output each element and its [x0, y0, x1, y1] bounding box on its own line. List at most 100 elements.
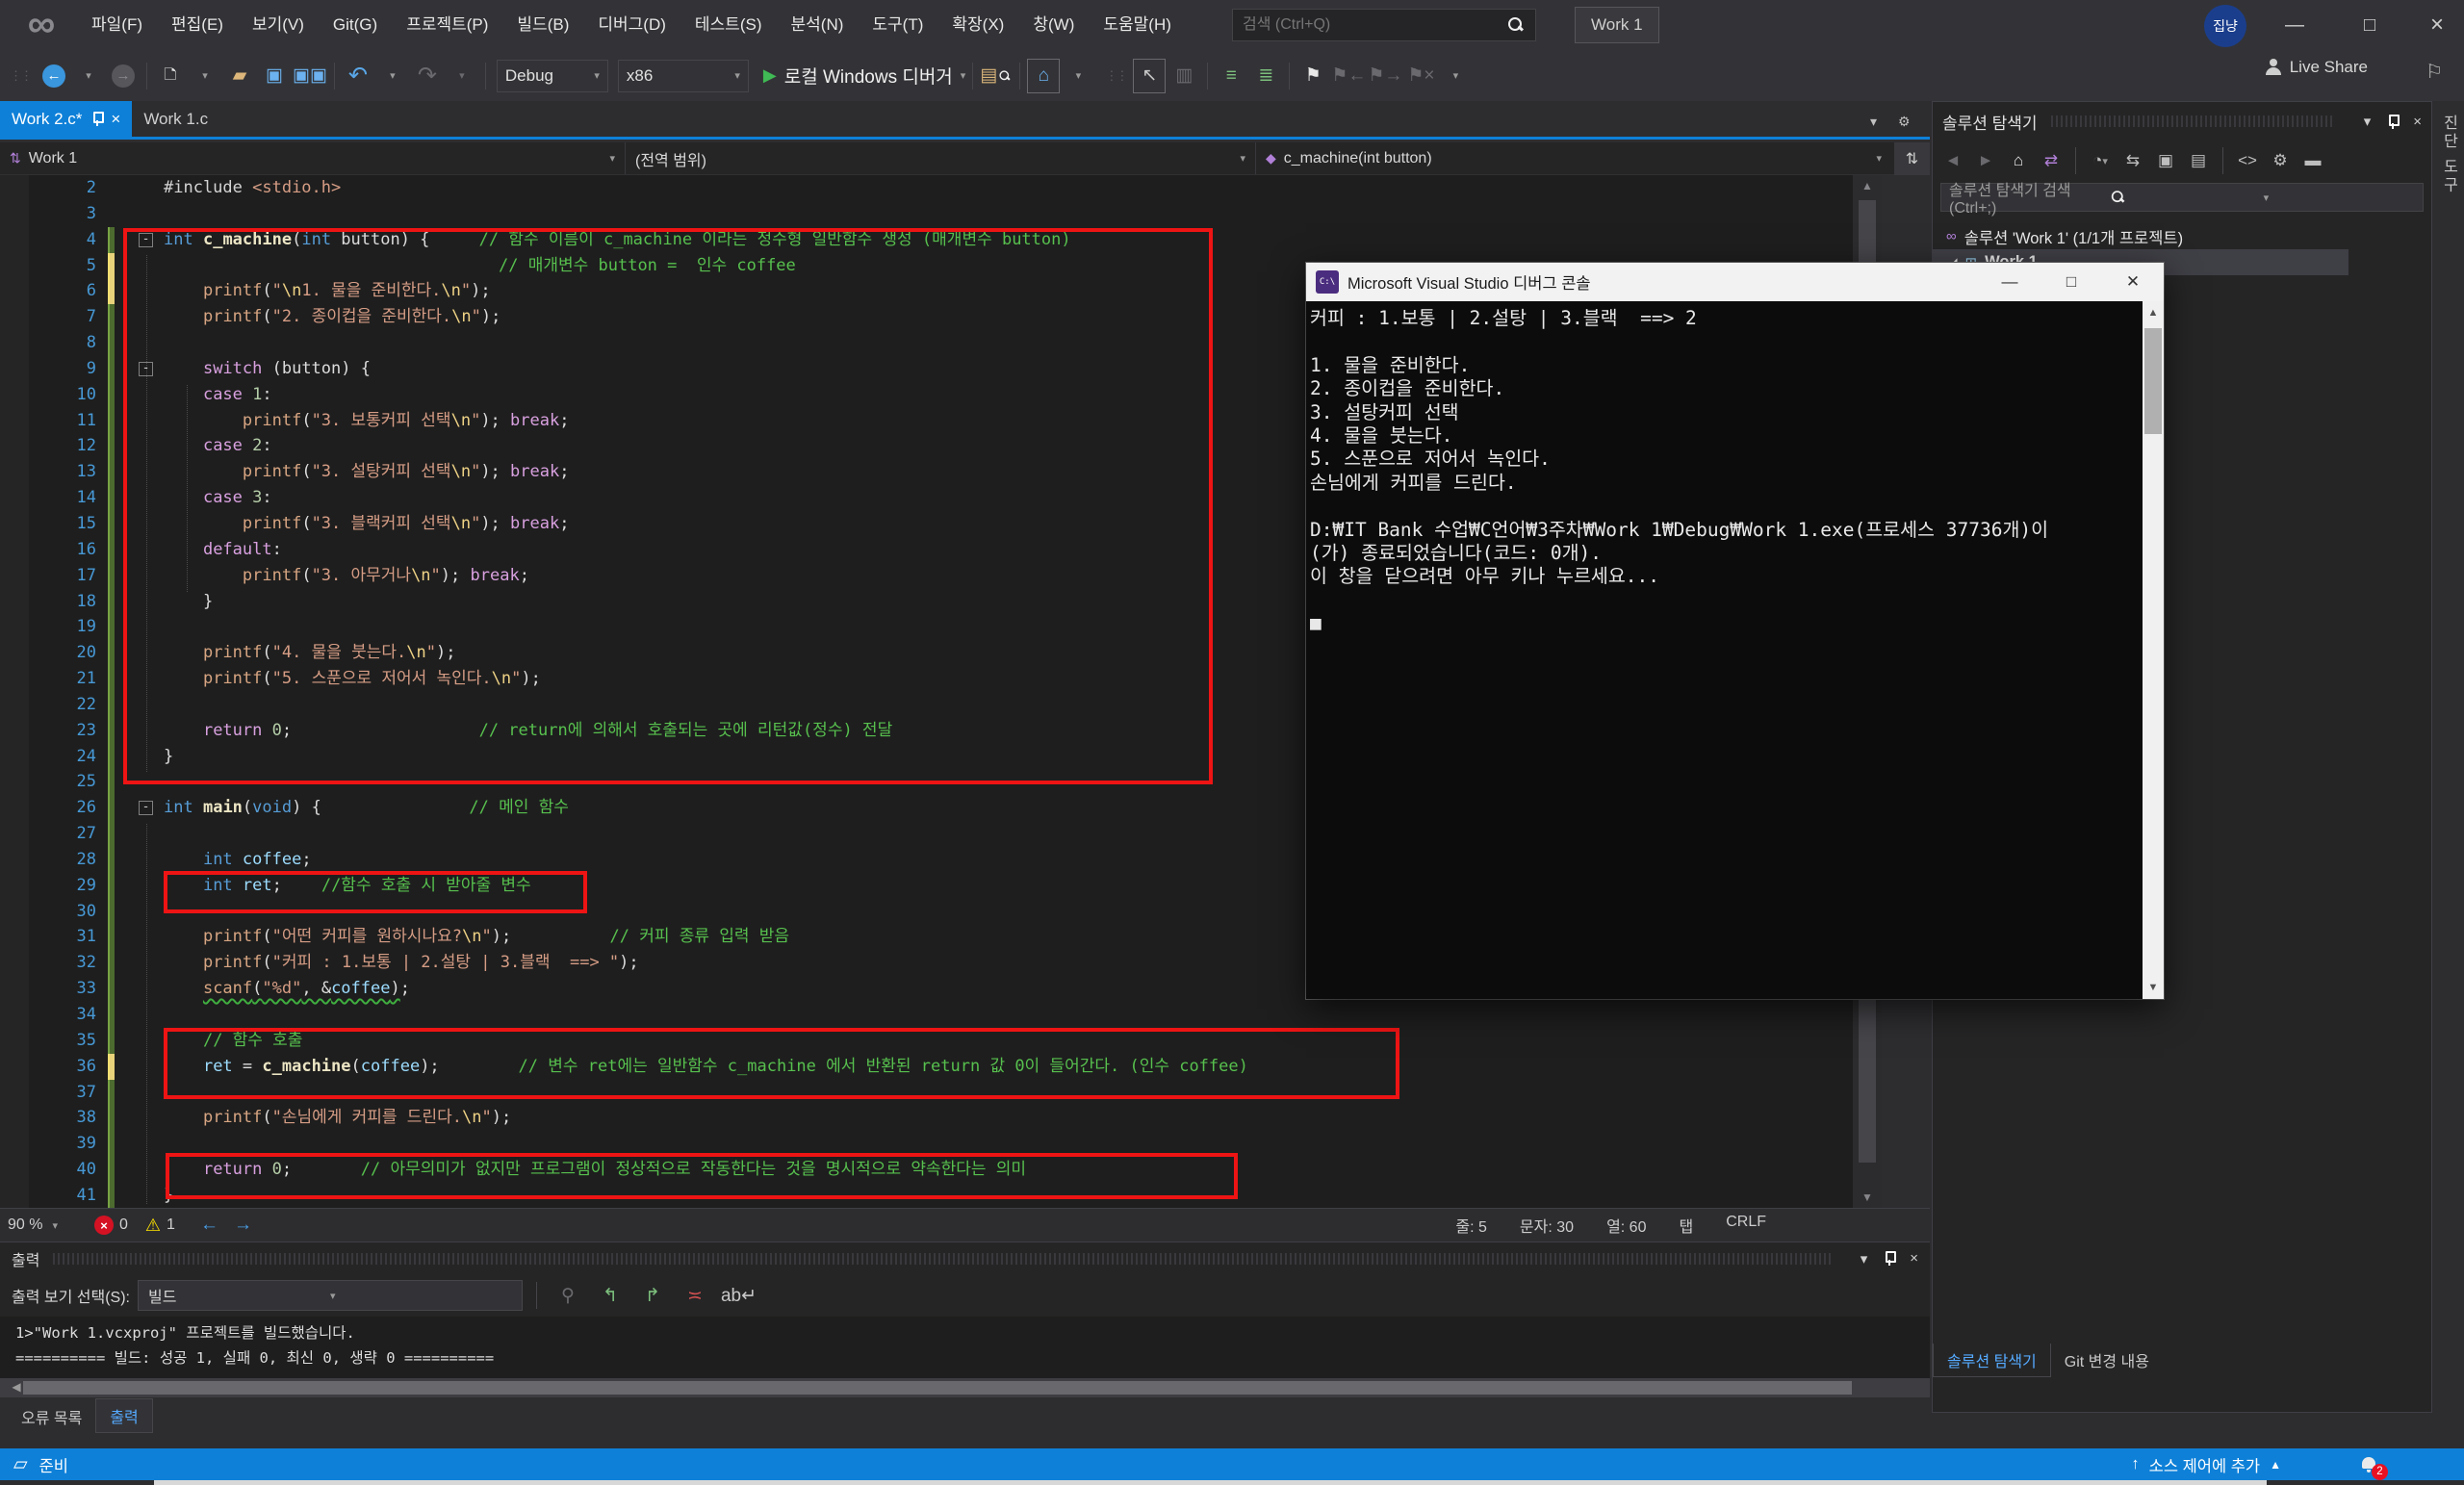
close-panel-icon[interactable]: × — [2413, 114, 2422, 130]
new-file-icon[interactable]: 🗅 — [154, 59, 187, 93]
code-line[interactable]: 40 return 0; // 아무의미가 없지만 프로그램이 정상적으로 작동… — [0, 1157, 1882, 1183]
start-debugging-button[interactable]: ▶ 로컬 Windows 디버거 ▾ — [763, 59, 965, 93]
tab-git-changes[interactable]: Git 변경 내용 — [2051, 1344, 2163, 1377]
live-share-button[interactable]: Live Share — [2265, 58, 2368, 77]
properties-wrench-icon[interactable]: ⚙ — [2266, 145, 2295, 176]
pin-icon[interactable] — [1883, 1250, 1894, 1267]
nav-back-icon[interactable]: ← — [200, 1215, 218, 1236]
warning-count-icon[interactable]: ⚠ — [145, 1216, 161, 1236]
fold-icon[interactable]: - — [139, 801, 153, 815]
refresh-icon[interactable]: ⇆ — [2118, 145, 2147, 176]
output-source-dropdown[interactable]: 빌드▾ — [138, 1280, 523, 1311]
console-scrollbar[interactable]: ▲ ▼ — [2143, 301, 2164, 999]
prev-message-icon[interactable]: ↰ — [594, 1278, 627, 1313]
scroll-down-icon[interactable]: ▼ — [1853, 1191, 1882, 1204]
indent-decrease-icon[interactable]: ≡ — [1215, 59, 1247, 93]
menu-item[interactable]: 도움말(H) — [1089, 0, 1186, 50]
code-line[interactable]: 3 — [0, 201, 1882, 227]
menu-item[interactable]: 편집(E) — [157, 0, 238, 50]
collapse-all-icon[interactable]: ▤ — [2184, 145, 2213, 176]
notifications-button[interactable]: 2 — [2360, 1456, 2377, 1473]
user-avatar[interactable]: 집냥 — [2204, 5, 2246, 47]
clear-all-icon[interactable]: ≍ — [679, 1278, 711, 1313]
editor-tab[interactable]: Work 2.c*× — [0, 101, 132, 137]
find-in-files-icon[interactable]: ▤ — [980, 59, 1013, 93]
home-icon[interactable]: ⌂ — [2004, 145, 2033, 176]
word-wrap-icon[interactable]: ab↵ — [721, 1278, 757, 1313]
scope-dropdown[interactable]: (전역 범위)▾ — [626, 142, 1256, 174]
close-button[interactable]: × — [2406, 0, 2464, 50]
solution-explorer-icon[interactable]: ⌂ — [1027, 59, 1060, 93]
tab-diagnostic-tools[interactable]: 진단 도구 — [2437, 115, 2460, 194]
tree-item-solution[interactable]: ∞ 솔루션 'Work 1' (1/1개 프로젝트) — [1933, 223, 2431, 249]
scroll-up-icon[interactable]: ▲ — [2143, 301, 2164, 324]
symbol-dropdown[interactable]: ◆ c_machine(int button)▾ — [1256, 142, 1891, 174]
navigate-back-dropdown[interactable]: ▾ — [72, 59, 105, 93]
menu-item[interactable]: 확장(X) — [937, 0, 1018, 50]
code-line[interactable]: 39 — [0, 1131, 1882, 1157]
project-name-button[interactable]: Work 1 — [1575, 7, 1659, 43]
close-panel-icon[interactable]: × — [1910, 1250, 1918, 1267]
menu-item[interactable]: 디버그(D) — [583, 0, 680, 50]
minimize-button[interactable]: — — [2264, 0, 2325, 50]
next-message-icon[interactable]: ↱ — [636, 1278, 669, 1313]
restore-button[interactable]: □ — [2339, 0, 2400, 50]
zoom-dropdown[interactable]: 90 %▾ — [0, 1216, 65, 1234]
menu-item[interactable]: 분석(N) — [777, 0, 859, 50]
preview-icon[interactable]: ▬ — [2298, 145, 2327, 176]
code-line[interactable]: 38 printf("손님에게 커피를 드린다.\n"); — [0, 1105, 1882, 1131]
feedback-icon[interactable]: ⚐ — [2426, 60, 2443, 84]
new-file-dropdown[interactable]: ▾ — [189, 59, 221, 93]
tab-solution-explorer[interactable]: 솔루션 탐색기 — [1933, 1344, 2051, 1377]
console-close-button[interactable]: ✕ — [2102, 263, 2164, 301]
pin-icon[interactable] — [2386, 114, 2398, 130]
code-line[interactable]: 35 // 함수 호출 — [0, 1028, 1882, 1054]
tab-error-list[interactable]: 오류 목록 — [8, 1400, 95, 1433]
pending-changes-filter-icon[interactable]: ◔▾ — [2086, 145, 2115, 176]
console-scroll-thumb[interactable] — [2144, 328, 2162, 434]
show-all-files-icon[interactable]: <> — [2233, 145, 2262, 176]
code-line[interactable]: 4-int c_machine(int button) { // 함수 이름이 … — [0, 227, 1882, 253]
quick-search[interactable] — [1232, 9, 1536, 41]
tab-output[interactable]: 출력 — [95, 1398, 152, 1433]
menu-item[interactable]: 테스트(S) — [680, 0, 777, 50]
menu-item[interactable]: 프로젝트(P) — [392, 0, 502, 50]
code-line[interactable]: 41} — [0, 1183, 1882, 1208]
menu-item[interactable]: 빌드(B) — [502, 0, 583, 50]
menu-item[interactable]: 파일(F) — [77, 0, 157, 50]
output-text[interactable]: 1>"Work 1.vcxproj" 프로젝트를 빌드했습니다.========… — [0, 1317, 1930, 1378]
solution-platforms-dropdown[interactable]: x86▾ — [618, 60, 749, 92]
menu-item[interactable]: Git(G) — [319, 0, 392, 50]
nest-icon[interactable]: ▣ — [2151, 145, 2180, 176]
toolbar-grip[interactable]: ⋮⋮ — [10, 68, 31, 84]
menu-item[interactable]: 창(W) — [1018, 0, 1089, 50]
debug-console-window[interactable]: C:\ Microsoft Visual Studio 디버그 콘솔 — □ ✕… — [1306, 263, 2164, 999]
search-input[interactable] — [1233, 16, 1508, 34]
nav-forward-icon[interactable]: → — [234, 1215, 252, 1236]
hscroll-thumb[interactable] — [23, 1381, 1852, 1395]
save-all-icon[interactable]: ▣▣ — [293, 59, 327, 93]
undo-icon[interactable]: ↶ — [342, 59, 374, 93]
fold-icon[interactable]: - — [139, 233, 153, 247]
panel-drag-texture[interactable] — [53, 1253, 1831, 1265]
code-line[interactable]: 2#include <stdio.h> — [0, 175, 1882, 201]
undo-dropdown[interactable]: ▾ — [376, 59, 409, 93]
indent-increase-icon[interactable]: ≣ — [1249, 59, 1282, 93]
warning-count[interactable]: 1 — [167, 1216, 175, 1234]
search-icon[interactable] — [1508, 17, 1524, 33]
select-tool-icon[interactable]: ↖ — [1133, 59, 1166, 93]
console-title-bar[interactable]: C:\ Microsoft Visual Studio 디버그 콘솔 — □ ✕ — [1306, 263, 2164, 301]
navigate-forward-button[interactable]: → — [107, 59, 140, 93]
close-tab-icon[interactable]: × — [111, 110, 120, 129]
add-to-source-control-button[interactable]: ↑ 소스 제어에 추가 ▲ — [2131, 1453, 2281, 1476]
split-window-control[interactable]: ⇅ — [1894, 142, 1930, 175]
bookmark-dropdown[interactable]: ▾ — [1439, 59, 1472, 93]
output-hscrollbar[interactable]: ◀ — [0, 1378, 1930, 1397]
tab-options-gear-icon[interactable]: ⚙ — [1898, 114, 1911, 130]
explorer-dropdown[interactable]: ▾ — [1062, 59, 1094, 93]
toggle-bookmark-icon[interactable]: ⚑ — [1296, 59, 1329, 93]
error-count[interactable]: 0 — [119, 1216, 128, 1234]
project-dropdown[interactable]: ⇅ Work 1▾ — [0, 142, 626, 174]
toolbar-grip2[interactable]: ⋮⋮ — [1105, 68, 1126, 84]
open-file-icon[interactable]: ▰ — [223, 59, 256, 93]
